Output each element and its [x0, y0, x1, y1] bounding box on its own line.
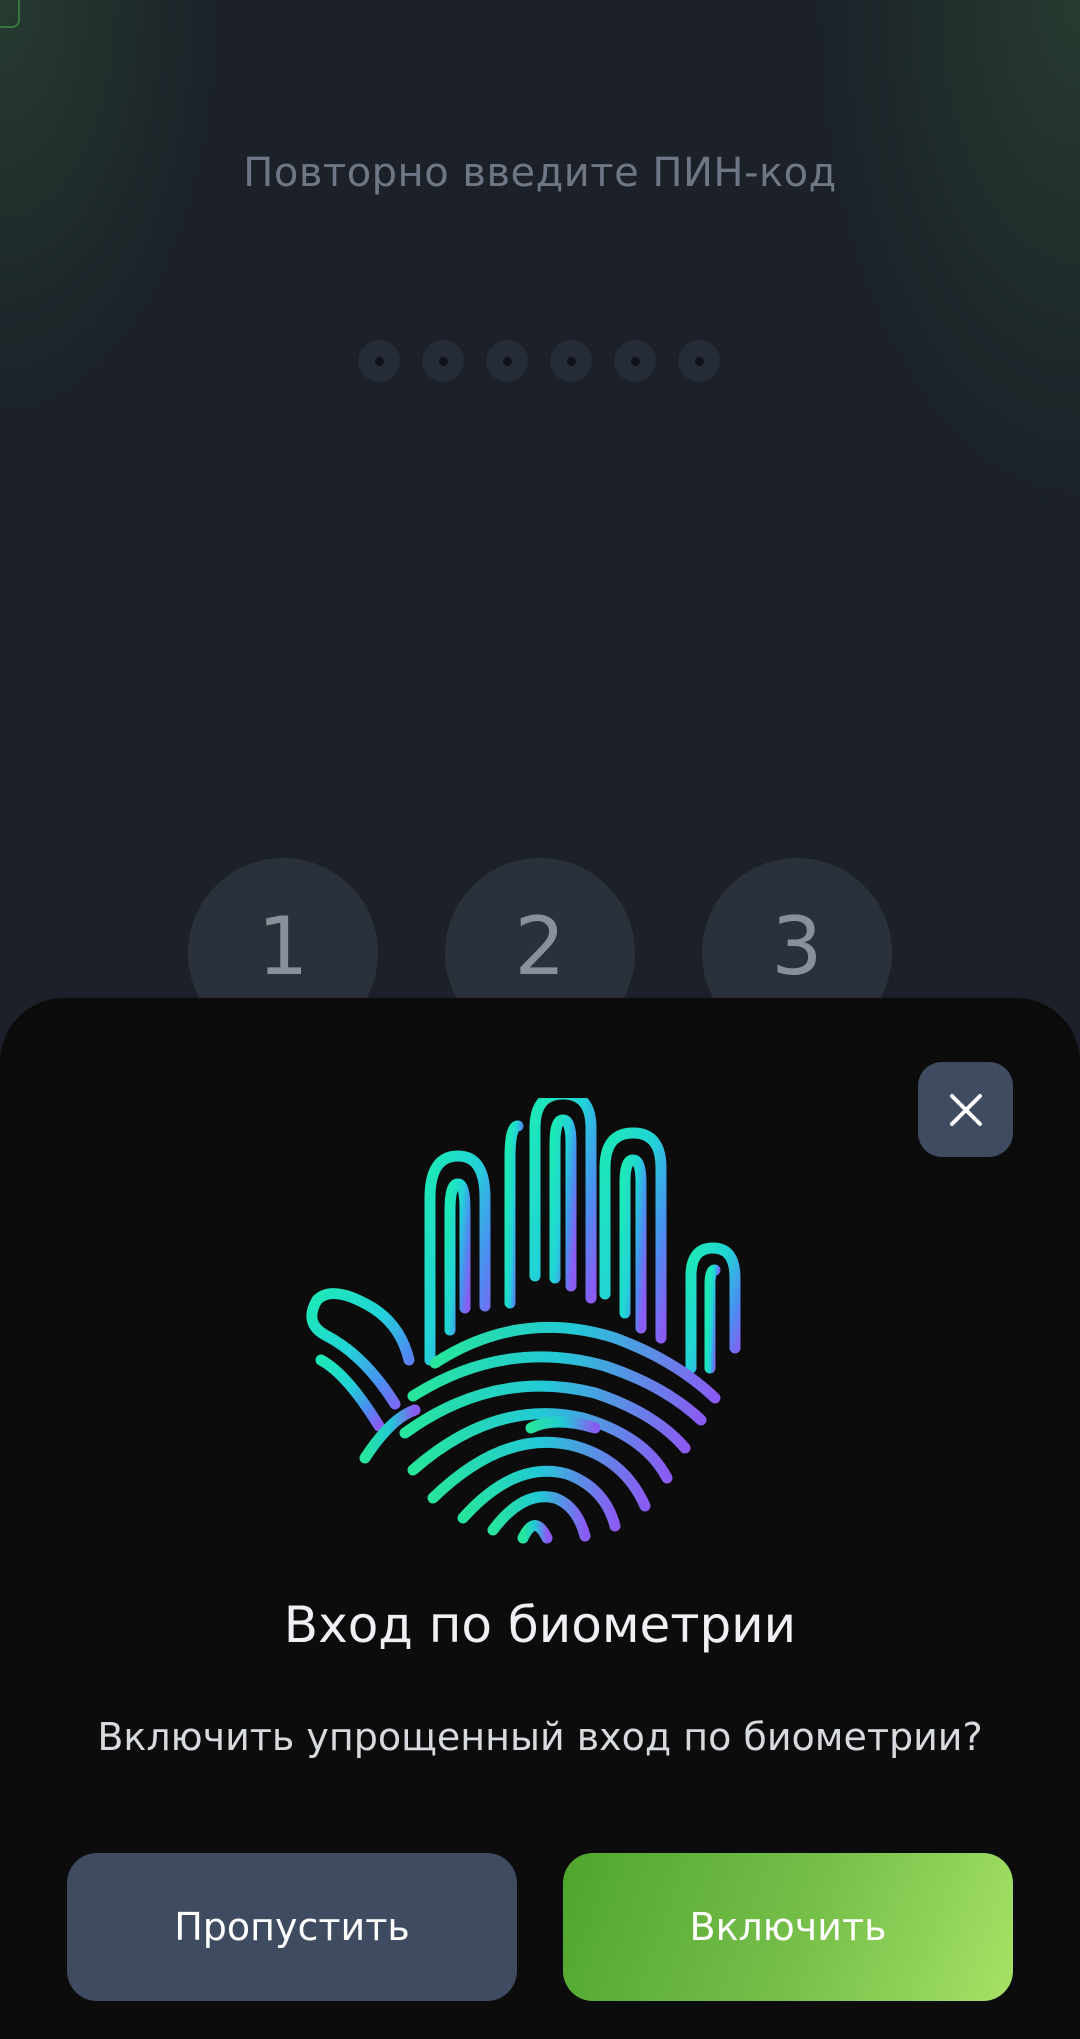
keypad-key-label: 1: [257, 899, 309, 993]
pin-dots: [358, 340, 720, 382]
keypad-key-label: 3: [771, 899, 823, 993]
sheet-subtitle: Включить упрощенный вход по биометрии?: [97, 1715, 983, 1759]
palm-fingerprint-icon: [306, 1098, 741, 1544]
pin-screen: Повторно введите ПИН-код 1 2 3 Вход по б…: [0, 0, 1080, 2039]
pin-dot: [678, 340, 720, 382]
pin-dot: [486, 340, 528, 382]
keypad-key-label: 2: [514, 899, 566, 993]
pin-title: Повторно введите ПИН-код: [243, 150, 837, 196]
pin-dot: [614, 340, 656, 382]
pin-dot: [550, 340, 592, 382]
back-button-edge[interactable]: [0, 0, 20, 28]
skip-button[interactable]: Пропустить: [67, 1853, 517, 2001]
close-icon: [949, 1093, 982, 1126]
sheet-title: Вход по биометрии: [283, 1596, 797, 1654]
biometric-bottom-sheet: Вход по биометрии Включить упрощенный вх…: [0, 998, 1080, 2039]
pin-dot: [422, 340, 464, 382]
close-button[interactable]: [918, 1062, 1013, 1157]
pin-dot: [358, 340, 400, 382]
enable-button[interactable]: Включить: [563, 1853, 1013, 2001]
